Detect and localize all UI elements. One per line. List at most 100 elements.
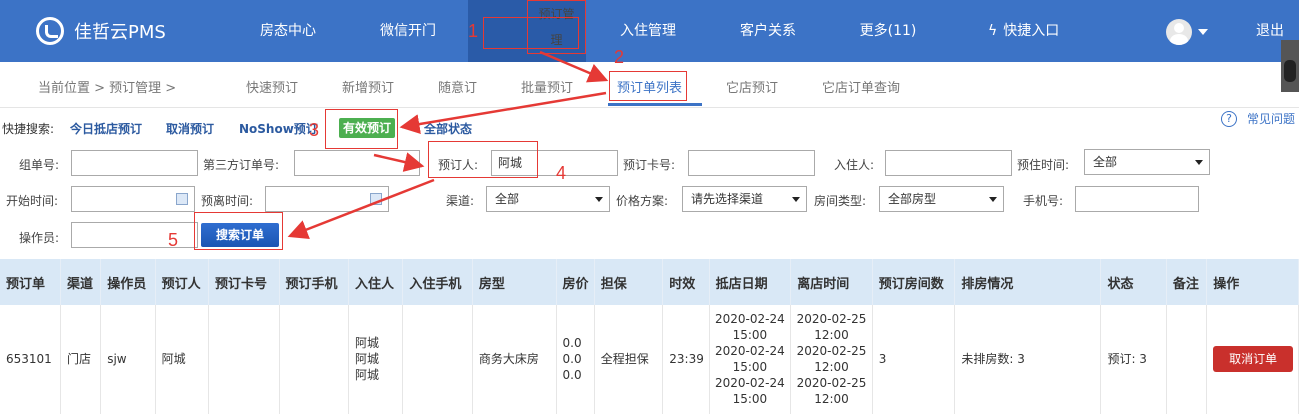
col-header[interactable]: 时效 [662,259,710,305]
annotation-box-5 [194,212,283,250]
subnav-other-store-booking[interactable]: 它店预订 [726,77,778,96]
qs-all-status[interactable]: 全部状态 [424,120,472,137]
breadcrumb: 当前位置 > 预订管理 > [38,81,177,96]
channel-select[interactable]: 全部 [486,186,610,212]
booking-card-label: 预订卡号: [623,158,676,172]
logout-link[interactable]: 退出 [1256,0,1284,62]
top-navbar: 佳哲云PMS 房态中心 微信开门 预订管理 入住管理 客户关系 更多(11) ϟ… [0,0,1299,62]
channel-label: 渠道: [446,194,475,208]
col-header[interactable]: 操作 [1206,259,1299,305]
cell-guarantee: 全程担保 [594,305,664,414]
col-header[interactable]: 抵店日期 [709,259,792,305]
col-header[interactable]: 预订单 [0,259,61,305]
guest-label: 入住人: [834,158,875,172]
price-plan-select[interactable]: 请先选择渠道 [682,186,807,212]
subnav-other-store-query[interactable]: 它店订单查询 [822,77,900,96]
cell-card-no [208,305,280,414]
annotation-box-1 [483,17,579,49]
topnav-more[interactable]: 更多(11) [846,0,930,62]
annotation-number-5: 5 [168,230,179,250]
topnav-room-status[interactable]: 房态中心 [246,0,330,62]
user-avatar[interactable] [1166,19,1192,45]
annotation-number-2: 2 [614,47,625,67]
question-icon: ? [1221,110,1237,127]
qs-noshow[interactable]: NoShow预订 [239,120,318,137]
cell-departure: 2020-02-25 12:00 2020-02-25 12:00 2020-0… [790,305,873,414]
cancel-order-button[interactable]: 取消订单 [1213,346,1294,373]
cell-arrival: 2020-02-24 15:00 2020-02-24 15:00 2020-0… [709,305,792,414]
calendar-icon[interactable] [370,193,382,205]
third-party-no-input[interactable] [294,150,420,176]
cell-validity: 23:39 [662,305,710,414]
cell-channel: 门店 [60,305,102,414]
col-header[interactable]: 排房情况 [954,259,1102,305]
chevron-down-icon[interactable] [1198,29,1208,35]
stay-time-select[interactable]: 全部 [1084,149,1210,175]
annotation-box-4 [428,141,538,178]
cell-room-type: 商务大床房 [472,305,557,414]
qs-today-arrival[interactable]: 今日抵店预订 [70,120,142,137]
departure-time-label: 预离时间: [201,194,254,208]
bookings-table: 预订单 渠道 操作员 预订人 预订卡号 预订手机 入住人 入住手机 房型 房价 … [0,259,1299,414]
annotation-number-1: 1 [468,21,479,41]
group-no-input[interactable] [71,150,198,176]
col-header[interactable]: 入住人 [348,259,404,305]
cell-status: 预订: 3 [1100,305,1167,414]
calendar-icon[interactable] [176,193,188,205]
cell-room-count: 3 [872,305,956,414]
subnav-quick-booking[interactable]: 快速预订 [246,77,298,96]
col-header[interactable]: 房型 [472,259,557,305]
annotation-box-3 [325,109,398,149]
table-header-row: 预订单 渠道 操作员 预订人 预订卡号 预订手机 入住人 入住手机 房型 房价 … [0,259,1299,305]
topnav-customer-relations[interactable]: 客户关系 [726,0,810,62]
quick-search-label: 快捷搜索: [2,122,55,136]
cell-action: 取消订单 [1206,305,1299,414]
operator-input[interactable] [71,222,198,248]
cell-booker: 阿城 [155,305,209,414]
col-header[interactable]: 备注 [1166,259,1208,305]
guest-input[interactable] [885,150,1012,176]
topnav-wechat-door[interactable]: 微信开门 [366,0,450,62]
phone-input[interactable] [1075,186,1199,212]
col-header[interactable]: 操作员 [100,259,156,305]
phone-label: 手机号: [1023,194,1064,208]
col-header[interactable]: 入住手机 [402,259,473,305]
table-row[interactable]: 653101 门店 sjw 阿城 阿城 阿城 阿城 商务大床房 0.0 0.0 … [0,305,1299,414]
subnav-casual-booking[interactable]: 随意订 [438,77,477,96]
app-logo[interactable]: 佳哲云PMS [36,17,166,45]
col-header[interactable]: 预订卡号 [208,259,280,305]
cell-assignment: 未排房数: 3 [954,305,1102,414]
lightning-icon: ϟ [988,23,998,39]
annotation-number-4: 4 [556,163,567,183]
help-link[interactable]: ? 常见问题 [1221,110,1295,127]
start-time-input[interactable] [71,186,195,212]
cell-prices: 0.0 0.0 0.0 [556,305,595,414]
room-type-select[interactable]: 全部房型 [879,186,1004,212]
cell-booker-phone [279,305,349,414]
cell-remark [1166,305,1208,414]
annotation-number-3: 3 [309,120,320,140]
annotation-box-2 [609,71,687,101]
subnav-batch-booking[interactable]: 批量预订 [521,77,573,96]
booking-card-input[interactable] [688,150,815,176]
col-header[interactable]: 渠道 [60,259,102,305]
quick-entry-link[interactable]: ϟ 快捷入口 [988,0,1059,62]
col-header[interactable]: 预订房间数 [872,259,956,305]
active-tab-underline [608,103,702,106]
qs-cancelled[interactable]: 取消预订 [166,120,214,137]
group-no-label: 组单号: [19,158,60,172]
cell-guests: 阿城 阿城 阿城 [348,305,404,414]
cell-guest-phone [402,305,473,414]
col-header[interactable]: 预订人 [155,259,209,305]
start-time-label: 开始时间: [6,194,59,208]
col-header[interactable]: 预订手机 [279,259,349,305]
subnav-new-booking[interactable]: 新增预订 [342,77,394,96]
col-header[interactable]: 担保 [594,259,664,305]
col-header[interactable]: 状态 [1100,259,1167,305]
col-header[interactable]: 离店时间 [790,259,873,305]
cell-operator: sjw [100,305,156,414]
col-header[interactable]: 房价 [556,259,595,305]
logo-text: 佳哲云PMS [74,22,166,43]
operator-label: 操作员: [19,231,60,245]
departure-time-input[interactable] [265,186,389,212]
